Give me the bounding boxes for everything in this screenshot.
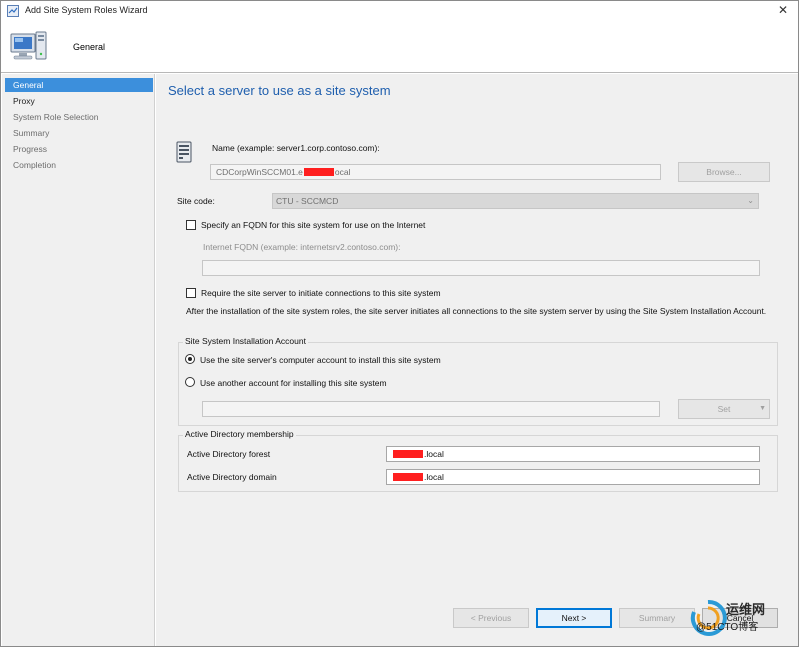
installation-account-field[interactable] <box>202 401 660 417</box>
site-code-value: CTU - SCCMCD <box>276 196 339 206</box>
next-button[interactable]: Next > <box>536 608 612 628</box>
another-account-label: Use another account for installing this … <box>200 378 387 388</box>
sidebar-item-completion[interactable]: Completion <box>5 158 153 172</box>
watermark: 运维网 @51CTO博客 <box>688 596 792 640</box>
require-initiate-checkbox[interactable] <box>186 288 196 298</box>
close-icon[interactable]: ✕ <box>776 3 790 17</box>
ad-domain-suffix: .local <box>424 472 444 482</box>
wizard-window: Add Site System Roles Wizard ✕ General G… <box>0 0 799 647</box>
wizard-app-icon <box>7 5 19 17</box>
sidebar-item-general[interactable]: General <box>5 78 153 92</box>
name-label: Name (example: server1.corp.contoso.com)… <box>212 143 380 153</box>
dropdown-arrow-icon: ▼ <box>759 405 766 412</box>
set-button-label: Set <box>717 404 731 414</box>
sidebar-item-proxy[interactable]: Proxy <box>5 94 153 108</box>
title-bar: Add Site System Roles Wizard ✕ <box>1 1 798 21</box>
watermark-text-cn: 运维网 <box>726 602 766 617</box>
ad-membership-title: Active Directory membership <box>183 429 296 439</box>
browse-button[interactable]: Browse... <box>678 162 770 182</box>
wizard-main: Select a server to use as a site system … <box>156 74 798 646</box>
sidebar-item-progress[interactable]: Progress <box>5 142 153 156</box>
fqdn-checkbox[interactable] <box>186 220 196 230</box>
set-button[interactable]: Set ▼ <box>678 399 770 419</box>
chevron-down-icon: ⌄ <box>747 196 754 205</box>
server-name-suffix: ocal <box>334 167 351 177</box>
computer-account-label: Use the site server's computer account t… <box>200 355 441 365</box>
server-icon <box>176 141 192 163</box>
redaction-mark <box>303 168 334 176</box>
redaction-mark <box>393 450 423 458</box>
watermark-text-url: @51CTO博客 <box>696 622 759 633</box>
computer-account-radio[interactable] <box>185 354 195 364</box>
fqdn-checkbox-label: Specify an FQDN for this site system for… <box>201 220 426 230</box>
require-initiate-description: After the installation of the site syste… <box>186 306 767 316</box>
header-title: General <box>73 42 106 52</box>
sidebar-item-summary[interactable]: Summary <box>5 126 153 140</box>
site-code-label: Site code: <box>177 196 215 206</box>
summary-button[interactable]: Summary <box>619 608 695 628</box>
internet-fqdn-field[interactable] <box>202 260 760 276</box>
computer-icon <box>10 31 47 60</box>
another-account-radio[interactable] <box>185 377 195 387</box>
ad-domain-label: Active Directory domain <box>187 472 277 482</box>
previous-button[interactable]: < Previous <box>453 608 529 628</box>
site-code-select[interactable]: CTU - SCCMCD ⌄ <box>272 193 759 209</box>
require-initiate-label: Require the site server to initiate conn… <box>201 288 441 298</box>
page-heading: Select a server to use as a site system <box>168 83 391 98</box>
ad-forest-field[interactable]: .local <box>386 446 760 462</box>
window-title: Add Site System Roles Wizard <box>25 5 148 15</box>
wizard-sidebar: General Proxy System Role Selection Summ… <box>2 74 155 646</box>
ad-forest-suffix: .local <box>424 449 444 459</box>
redaction-mark <box>393 473 423 481</box>
ad-forest-label: Active Directory forest <box>187 449 271 459</box>
server-name-prefix: CDCorpWinSCCM01.e <box>216 167 303 177</box>
installation-account-title: Site System Installation Account <box>183 336 308 346</box>
ad-domain-field[interactable]: .local <box>386 469 760 485</box>
wizard-header: General <box>1 21 798 73</box>
server-name-field[interactable]: CDCorpWinSCCM01.e ocal <box>210 164 661 180</box>
sidebar-item-system-role-selection[interactable]: System Role Selection <box>5 110 153 124</box>
internet-fqdn-label: Internet FQDN (example: internetsrv2.con… <box>203 242 401 252</box>
